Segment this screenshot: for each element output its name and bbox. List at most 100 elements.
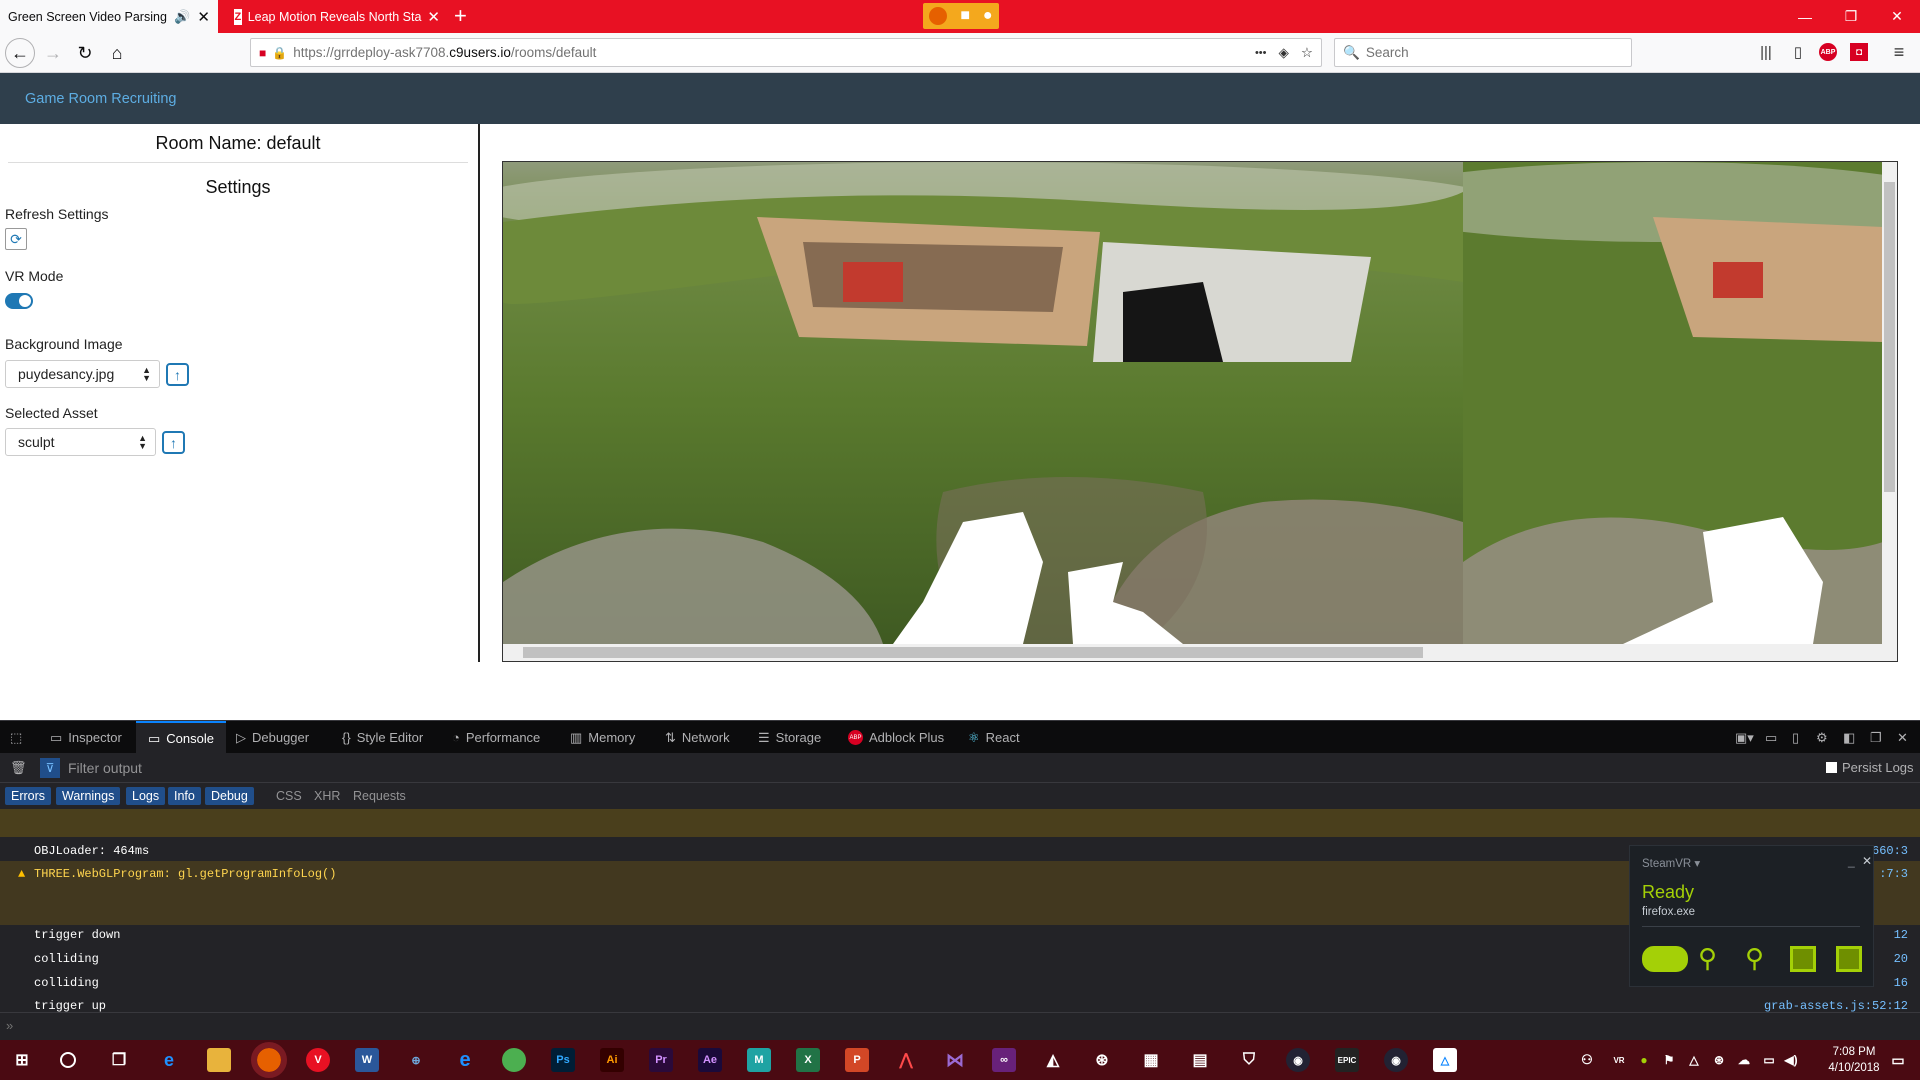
back-button[interactable]: ← [5, 38, 35, 68]
bookmark-star-icon[interactable]: ☆ [1301, 45, 1321, 61]
defender-shield-icon[interactable]: ⛉ [1237, 1048, 1261, 1072]
close-tab-icon[interactable]: ✕ [197, 8, 210, 26]
console-input[interactable]: » [0, 1012, 1920, 1040]
vr-mode-toggle[interactable] [5, 293, 33, 309]
responsive-design-icon[interactable]: ▭ [1765, 721, 1777, 754]
reload-button[interactable]: ↻ [70, 38, 100, 68]
log-source-link[interactable]: 16 [1894, 976, 1908, 990]
tab-green-screen[interactable]: Green Screen Video Parsing 🔊 ✕ [0, 0, 218, 33]
tab-storage[interactable]: ☰ Storage [758, 721, 821, 754]
tray-icon[interactable]: ⚑ [1660, 1048, 1678, 1072]
close-tab-icon[interactable]: ✕ [427, 8, 440, 26]
persist-logs-checkbox[interactable] [1826, 762, 1837, 773]
steamvr-taskbar-icon[interactable]: ◉ [1384, 1048, 1408, 1072]
steamvr-menu[interactable]: SteamVR ▾ [1642, 856, 1700, 870]
speaker-icon[interactable]: 🔊 [174, 9, 190, 25]
tab-adblock-plus[interactable]: ABP Adblock Plus [848, 721, 944, 754]
dock-side-icon[interactable]: ◧ [1843, 721, 1855, 754]
steam-icon[interactable]: ⊛ [1090, 1048, 1114, 1072]
filter-xhr-button[interactable]: XHR [308, 787, 346, 805]
app-icon[interactable]: ▤ [1188, 1048, 1212, 1072]
log-source-link[interactable]: 12 [1894, 928, 1908, 942]
filter-css-button[interactable]: CSS [270, 787, 308, 805]
tab-inspector[interactable]: ▭ Inspector [46, 721, 126, 754]
volume-icon[interactable]: ◀) [1782, 1048, 1800, 1072]
brand-link[interactable]: Game Room Recruiting [25, 91, 177, 107]
cortana-icon[interactable] [60, 1052, 76, 1068]
pocket-icon[interactable]: ◈ [1273, 45, 1295, 61]
word-icon[interactable]: W [355, 1048, 379, 1072]
network-tray-icon[interactable]: ▭ [1760, 1048, 1778, 1072]
visual-studio-icon[interactable]: ∞ [992, 1048, 1016, 1072]
chrome-icon[interactable] [502, 1048, 526, 1072]
task-view-icon[interactable]: ❐ [107, 1048, 131, 1072]
notifications-icon[interactable]: ▭ [1886, 1048, 1910, 1072]
restore-button[interactable]: ❐ [1828, 0, 1874, 33]
excel-icon[interactable]: X [796, 1048, 820, 1072]
hamburger-menu-icon[interactable]: ≡ [1888, 41, 1910, 63]
start-button-icon[interactable]: ⊞ [10, 1048, 34, 1072]
filter-debug-button[interactable]: Debug [205, 787, 254, 805]
unity-icon[interactable]: ◭ [1041, 1048, 1065, 1072]
vivaldi-icon[interactable]: V [306, 1048, 330, 1072]
filter-errors-button[interactable]: Errors [5, 787, 52, 805]
people-icon[interactable]: ⚇ [1575, 1048, 1599, 1072]
adblock-plus-icon[interactable]: ABP [1819, 43, 1837, 61]
trash-icon[interactable]: 🗑 [10, 760, 27, 776]
scrollbar-thumb[interactable] [523, 647, 1423, 658]
url-bar[interactable]: ■ 🔒 https://grrdeploy-ask7708.c9users.io… [250, 38, 1322, 67]
new-tab-button[interactable]: + [454, 4, 467, 28]
calculator-icon[interactable]: ▦ [1139, 1048, 1163, 1072]
horizontal-scrollbar[interactable] [503, 644, 1897, 661]
filter-output-input[interactable]: Filter output [68, 760, 142, 776]
internet-explorer-icon[interactable]: e [453, 1048, 477, 1072]
lock-icon[interactable]: 🔒 [272, 46, 287, 60]
refresh-icon[interactable]: ⟳ [5, 228, 27, 250]
edge-icon[interactable]: e [157, 1048, 181, 1072]
premiere-icon[interactable]: Pr [649, 1048, 673, 1072]
log-source-link[interactable]: :7:3 [1879, 867, 1908, 881]
close-window-button[interactable]: ✕ [1874, 0, 1920, 33]
vr-app-icon[interactable]: ◉ [1286, 1048, 1310, 1072]
settings-gear-icon[interactable]: ⚙ [1816, 721, 1828, 754]
after-effects-icon[interactable]: Ae [698, 1048, 722, 1072]
acrobat-icon[interactable]: ⋀ [894, 1048, 918, 1072]
illustrator-icon[interactable]: Ai [600, 1048, 624, 1072]
vertical-scrollbar[interactable] [1882, 162, 1897, 644]
separate-window-icon[interactable]: ❐ [1870, 721, 1882, 754]
steam-tray-icon[interactable]: ⊛ [1710, 1048, 1728, 1072]
home-button[interactable]: ⌂ [102, 38, 132, 68]
cloud-icon[interactable]: ☁ [1735, 1048, 1753, 1072]
tab-memory[interactable]: ▥ Memory [570, 721, 635, 754]
steamvr-window[interactable]: SteamVR ▾ _ ✕ Ready firefox.exe ⚲ ⚲ [1629, 845, 1874, 987]
nvidia-icon[interactable]: ● [1635, 1048, 1653, 1072]
log-source-link[interactable]: 20 [1894, 952, 1908, 966]
scrollbar-thumb[interactable] [1884, 182, 1895, 492]
sidebar-toggle-icon[interactable]: ▯ [1787, 41, 1809, 63]
maya-icon[interactable]: M [747, 1048, 771, 1072]
visual-studio-code-icon[interactable]: ⋈ [943, 1048, 967, 1072]
filter-warnings-button[interactable]: Warnings [56, 787, 121, 805]
tab-react[interactable]: ⚛ React [968, 721, 1020, 754]
upload-background-button[interactable]: ↑ [166, 363, 189, 386]
close-devtools-icon[interactable]: ✕ [1897, 721, 1908, 754]
vr-tray-icon[interactable]: VR [1610, 1048, 1628, 1072]
upload-asset-button[interactable]: ↑ [162, 431, 185, 454]
minimize-button[interactable]: — [1782, 0, 1828, 33]
camera-permission-icon[interactable]: ■ [259, 46, 266, 60]
filter-logs-button[interactable]: Logs [126, 787, 166, 805]
tab-network[interactable]: ⇅ Network [665, 721, 730, 754]
library-icon[interactable]: ||| [1755, 41, 1777, 63]
file-explorer-icon[interactable] [207, 1048, 231, 1072]
epic-games-icon[interactable]: EPIC [1335, 1048, 1359, 1072]
firefox-taskbar-icon[interactable] [251, 1042, 287, 1078]
selected-asset-select[interactable]: sculpt ▲ ▼ [5, 428, 156, 456]
tab-console[interactable]: ▭ Console [136, 721, 226, 754]
extension-icon[interactable]: ◘ [1850, 43, 1868, 61]
sharing-indicator[interactable]: ■ ● [923, 3, 999, 29]
background-image-select[interactable]: puydesancy.jpg ▲ ▼ [5, 360, 160, 388]
screenshot-icon[interactable]: ▯ [1792, 721, 1799, 754]
dock-options-icon[interactable]: ▣▾ [1735, 721, 1754, 754]
tab-style-editor[interactable]: {} Style Editor [342, 721, 423, 754]
filter-info-button[interactable]: Info [168, 787, 201, 805]
